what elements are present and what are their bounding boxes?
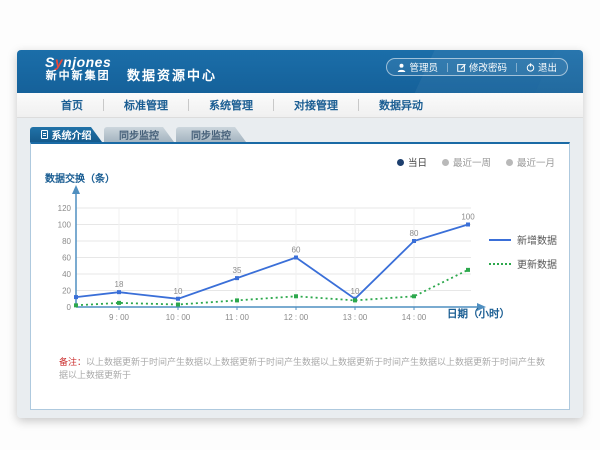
svg-text:0: 0: [67, 303, 72, 312]
svg-text:18: 18: [115, 280, 124, 289]
svg-text:10 : 00: 10 : 00: [166, 313, 191, 322]
radio-label: 最近一月: [517, 155, 555, 169]
footnote-prefix: 备注：: [59, 357, 86, 367]
svg-text:20: 20: [62, 287, 71, 296]
svg-text:10: 10: [351, 287, 360, 296]
svg-text:35: 35: [233, 266, 242, 275]
tab-label: 同步监控: [119, 127, 159, 142]
chart-panel: 当日 最近一周 最近一月 数据交换（条） 日期（小时） 0 20 40 60 80 100…: [30, 142, 570, 410]
svg-text:80: 80: [410, 229, 419, 238]
svg-text:11 : 00: 11 : 00: [225, 313, 249, 322]
y-axis-title: 数据交换（条）: [45, 170, 115, 185]
x-axis-title: 日期（小时）: [447, 306, 510, 321]
radio-today[interactable]: 当日: [397, 155, 427, 169]
radio-last-month[interactable]: 最近一月: [506, 155, 555, 169]
legend-label: 更新数据: [517, 256, 557, 271]
radio-dot: [506, 159, 513, 166]
svg-text:120: 120: [58, 204, 72, 213]
svg-text:14 : 00: 14 : 00: [402, 313, 427, 322]
time-range-filter: 当日 最近一周 最近一月: [397, 155, 555, 169]
svg-text:60: 60: [62, 254, 71, 263]
main-nav: 首页 标准管理 系统管理 对接管理 数据异动: [17, 93, 583, 118]
document-icon: [41, 130, 48, 139]
radio-dot: [442, 159, 449, 166]
radio-label: 最近一周: [453, 155, 491, 169]
footnote: 备注：以上数据更新于时间产生数据以上数据更新于时间产生数据以上数据更新于时间产生…: [59, 356, 549, 381]
footnote-text: 以上数据更新于时间产生数据以上数据更新于时间产生数据以上数据更新于时间产生数据以…: [59, 357, 545, 380]
solid-line-swatch: [489, 239, 511, 241]
app-header: Synjones 新中新集团 数据资源中心 管理员 修改密码: [17, 50, 583, 93]
page-title: 数据资源中心: [127, 65, 217, 84]
nav-item-system[interactable]: 系统管理: [189, 97, 273, 113]
radio-label: 当日: [408, 155, 427, 169]
company-logo: Synjones 新中新集团: [45, 55, 111, 82]
divider: [516, 63, 517, 72]
logout-button[interactable]: 退出: [526, 60, 557, 74]
nav-item-home[interactable]: 首页: [41, 97, 103, 113]
svg-text:100: 100: [58, 221, 72, 230]
content-area: 系统介绍 同步监控 同步监控 当日 最近一周: [17, 118, 583, 418]
tab-label: 系统介绍: [52, 127, 92, 142]
svg-text:13 : 00: 13 : 00: [343, 313, 368, 322]
nav-item-standards[interactable]: 标准管理: [104, 97, 188, 113]
logout-label: 退出: [538, 60, 557, 74]
chart-legend: 新增数据 更新数据: [489, 232, 557, 271]
tab-sync-monitor-2[interactable]: 同步监控: [176, 127, 246, 142]
tab-label: 同步监控: [191, 127, 231, 142]
nav-item-interface[interactable]: 对接管理: [274, 97, 358, 113]
svg-text:12 : 00: 12 : 00: [284, 313, 309, 322]
user-menu: 管理员 修改密码 退出: [386, 58, 568, 76]
svg-text:60: 60: [292, 246, 301, 255]
logo-english: Synjones: [45, 55, 111, 70]
tab-sync-monitor-1[interactable]: 同步监控: [104, 127, 174, 142]
dotted-line-swatch: [489, 263, 511, 265]
logo-chinese: 新中新集团: [45, 70, 111, 82]
svg-text:10: 10: [174, 287, 183, 296]
power-icon: [526, 63, 535, 72]
user-label: 管理员: [409, 60, 438, 74]
tab-bar: 系统介绍 同步监控 同步监控: [30, 127, 246, 142]
nav-item-data-change[interactable]: 数据异动: [359, 97, 443, 113]
edit-icon: [457, 63, 466, 72]
svg-text:40: 40: [62, 270, 71, 279]
user-account-button[interactable]: 管理员: [397, 60, 438, 74]
legend-item-new-data[interactable]: 新增数据: [489, 232, 557, 247]
legend-item-update-data[interactable]: 更新数据: [489, 256, 557, 271]
radio-dot: [397, 159, 404, 166]
user-icon: [397, 63, 406, 72]
app-window: Synjones 新中新集团 数据资源中心 管理员 修改密码: [17, 50, 583, 418]
svg-text:100: 100: [461, 213, 475, 222]
change-password-label: 修改密码: [469, 60, 507, 74]
svg-text:9 : 00: 9 : 00: [109, 313, 130, 322]
change-password-button[interactable]: 修改密码: [457, 60, 507, 74]
logo-y-accent: y: [55, 54, 63, 70]
tab-system-intro[interactable]: 系统介绍: [30, 127, 102, 142]
radio-last-week[interactable]: 最近一周: [442, 155, 491, 169]
legend-label: 新增数据: [517, 232, 557, 247]
divider: [447, 63, 448, 72]
svg-text:80: 80: [62, 237, 71, 246]
